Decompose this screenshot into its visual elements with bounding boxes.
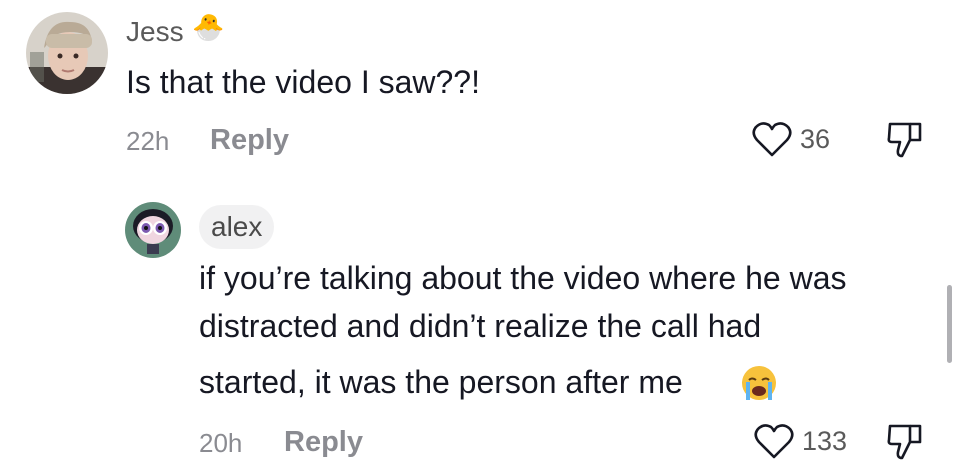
reply-button-2[interactable]: Reply [284,426,363,459]
reply-text-line-1: if you’re talking about the video where … [199,260,847,296]
reply-text-line-2: distracted and didn’t realize the call h… [199,308,762,344]
loudly-crying-face-icon [740,364,778,402]
comment-author-name[interactable]: Jess [126,16,184,48]
thumbs-down-icon [887,122,922,158]
reply-timestamp: 20h [199,428,243,458]
thumbs-down-icon [887,424,922,460]
scrollbar-thumb[interactable] [947,285,952,363]
avatar-jess[interactable] [26,12,108,94]
reply-like-button[interactable]: 133 [754,422,847,460]
comment-text: Is that the video I saw??! [126,64,480,100]
reply-button[interactable]: Reply [210,124,289,157]
reply-author-name: alex [211,211,263,242]
like-count: 36 [800,123,831,154]
reply-dislike-button[interactable] [886,422,924,462]
reply-like-count: 133 [802,425,848,456]
hatching-chick-icon: 🐣 [192,12,225,42]
heart-icon [752,122,792,157]
dislike-button[interactable] [886,120,924,160]
reply-text-line-3: started, it was the person after me [199,364,683,400]
like-button[interactable]: 36 [752,120,830,158]
heart-icon [754,424,794,459]
reply-author-chip[interactable]: alex [199,205,275,249]
avatar-alex[interactable] [125,202,181,258]
comment-timestamp: 22h [126,126,170,156]
